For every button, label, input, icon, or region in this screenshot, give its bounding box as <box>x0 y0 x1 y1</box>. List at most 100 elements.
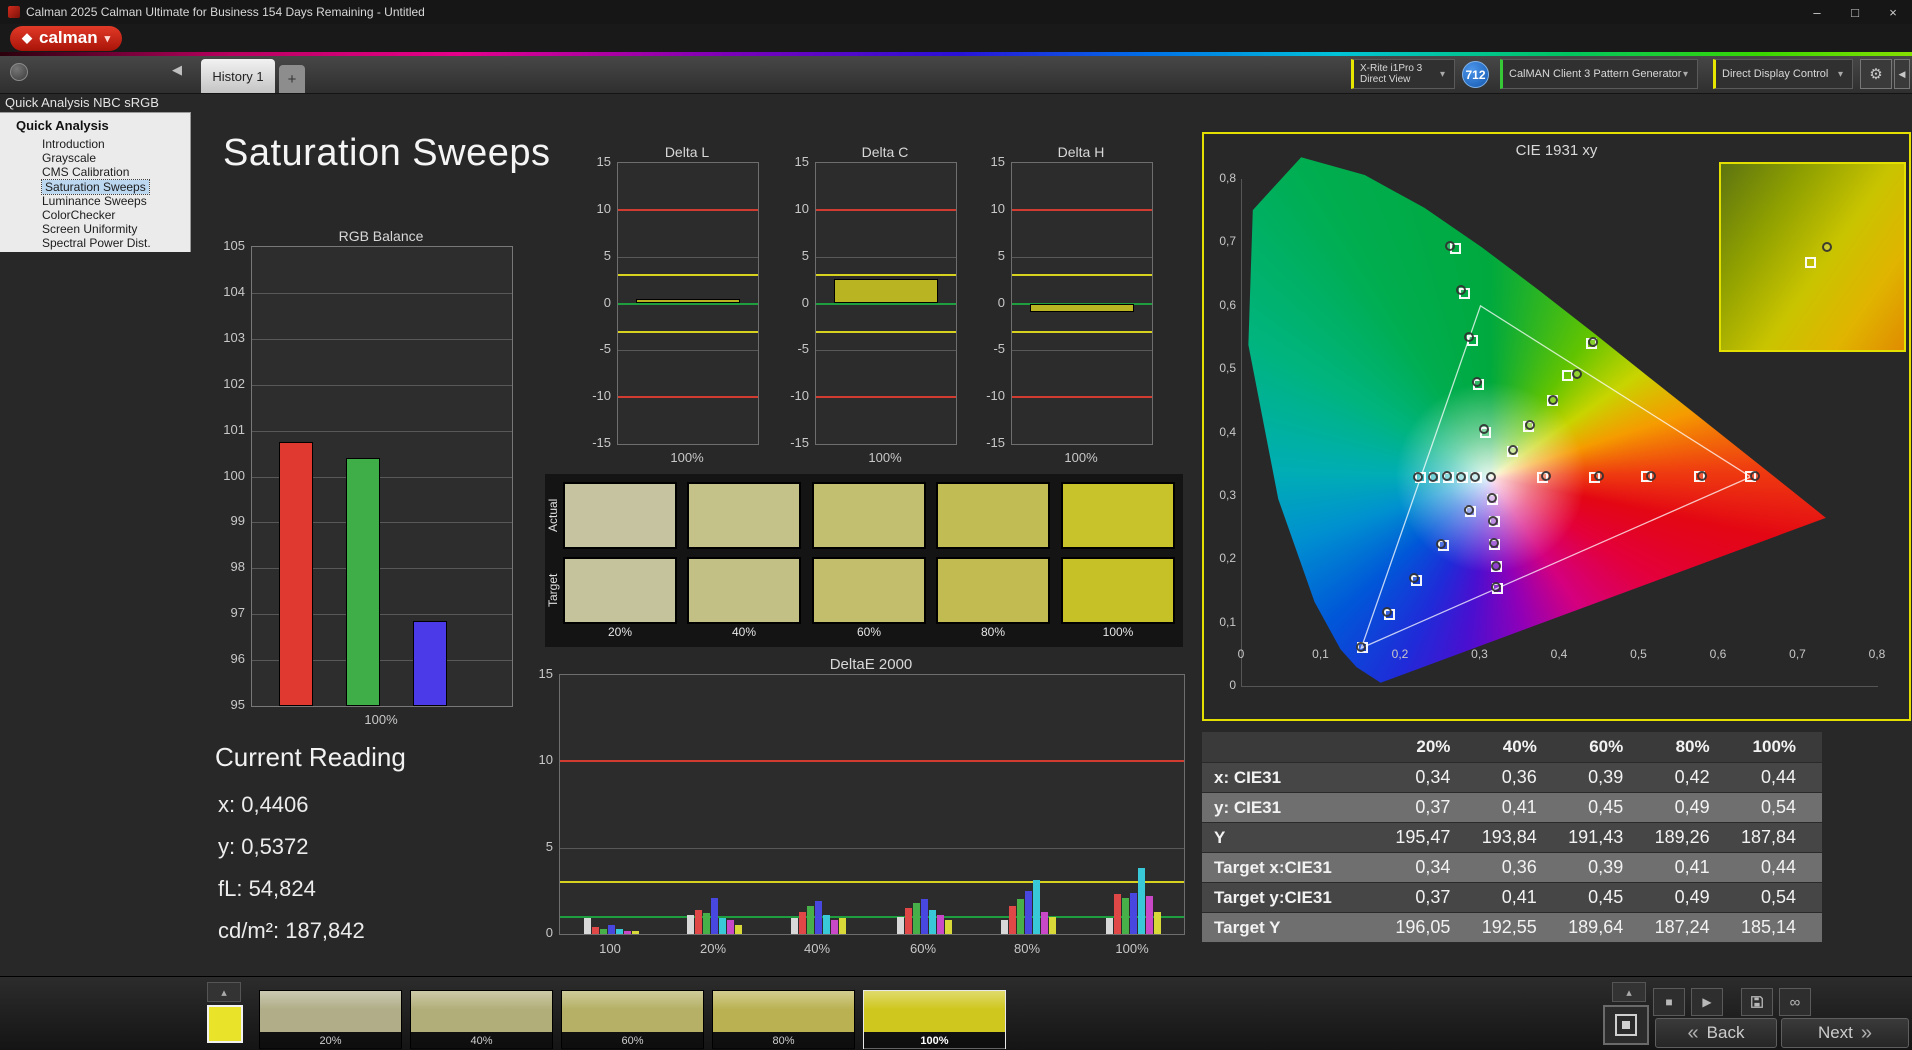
table-row-label: Target Y <box>1214 917 1281 937</box>
pattern-swatch-20[interactable]: 20% <box>259 990 402 1050</box>
pattern-swatch-60[interactable]: 60% <box>561 990 704 1050</box>
pattern-swatch-100[interactable]: 100% <box>863 990 1006 1050</box>
table-cell: 196,05 <box>1395 917 1451 937</box>
settings-gear-button[interactable]: ⚙ <box>1860 59 1892 89</box>
current-pattern-swatch[interactable] <box>207 1005 243 1043</box>
sidebar-item-colorchecker[interactable]: ColorChecker <box>42 208 115 222</box>
sidebar-collapse-button[interactable]: ◀ <box>172 62 182 78</box>
cie-measured-circle <box>1471 376 1482 387</box>
gridline <box>816 256 956 258</box>
next-button[interactable]: Next » <box>1781 1018 1909 1048</box>
pattern-swatch-color <box>562 991 703 1032</box>
save-button[interactable] <box>1741 988 1773 1016</box>
gridline <box>252 338 512 340</box>
cie-measured-circle <box>1435 539 1446 550</box>
table-cell: 0,42 <box>1674 767 1710 787</box>
y-axis-label: 10 <box>794 200 809 216</box>
pattern-swatch-80[interactable]: 80% <box>712 990 855 1050</box>
app-menu-button[interactable] <box>10 63 28 81</box>
swatch-target-60 <box>812 557 926 624</box>
y-axis-label: 0 <box>545 925 553 940</box>
y-axis-label: 10 <box>990 200 1005 216</box>
sidebar-item-screen-uniformity[interactable]: Screen Uniformity <box>42 222 137 236</box>
maximize-button[interactable]: □ <box>1836 0 1874 24</box>
chart-title: RGB Balance <box>338 228 424 244</box>
swatch-row-label-actual: Actual <box>546 498 560 533</box>
chevron-down-icon: ▾ <box>1440 68 1446 80</box>
deltae-bar <box>896 916 904 934</box>
table-cell: 185,14 <box>1740 917 1797 937</box>
y-axis-label: 103 <box>223 329 245 345</box>
workflow-root-node[interactable]: Quick Analysis <box>16 118 109 133</box>
deltae-bar <box>1121 897 1129 934</box>
cie-measured-circle <box>1469 471 1480 482</box>
meter-name: X-Rite i1Pro 3 <box>1360 62 1423 74</box>
sidebar-item-introduction[interactable]: Introduction <box>42 137 105 151</box>
workflow-header: Quick Analysis NBC sRGB <box>5 95 159 110</box>
controls-panel-toggle-button[interactable]: ▴ <box>1612 982 1646 1002</box>
sidebar-item-grayscale[interactable]: Grayscale <box>42 151 96 165</box>
calman-logo[interactable]: ◆ calman ▾ <box>10 25 123 51</box>
cie-measured-circle <box>1463 505 1474 516</box>
panel-collapse-button[interactable]: ◀ <box>1894 59 1910 89</box>
table-header-cell: 80% <box>1675 737 1710 756</box>
limit-line-yellow <box>618 330 758 333</box>
pattern-swatch-40[interactable]: 40% <box>410 990 553 1050</box>
sidebar-item-saturation-sweeps[interactable]: Saturation Sweeps <box>41 178 150 195</box>
y-axis-label: 98 <box>230 559 245 575</box>
minimize-button[interactable]: – <box>1798 0 1836 24</box>
cie-measured-circle <box>1524 419 1535 430</box>
pattern-window-button[interactable] <box>1603 1005 1649 1045</box>
deltae-bar <box>631 930 639 934</box>
pattern-generator-dropdown[interactable]: CalMAN Client 3 Pattern Generator ▾ <box>1500 59 1698 89</box>
deltae-bar <box>822 915 830 934</box>
cie-measured-circle <box>1356 641 1367 652</box>
display-control-dropdown[interactable]: Direct Display Control ▾ <box>1713 59 1853 89</box>
sidebar-item-spectral-power-dist[interactable]: Spectral Power Dist. <box>42 236 151 250</box>
gridline <box>252 384 512 386</box>
back-button[interactable]: « Back <box>1655 1018 1777 1048</box>
x-axis-label: 100% <box>868 450 902 465</box>
rgb-bar-green <box>346 458 380 706</box>
cie-measured-circle <box>1427 471 1438 482</box>
continuous-measure-button[interactable]: ∞ <box>1779 988 1811 1016</box>
meter-dropdown[interactable]: X-Rite i1Pro 3 Direct View ▾ <box>1351 59 1455 89</box>
deltae-bar <box>1016 899 1024 934</box>
table-header-row: 20% 40% 60% 80% 100% <box>1202 732 1822 763</box>
chart-title: CIE 1931 xy <box>1515 142 1598 159</box>
deltae-bar <box>726 920 734 934</box>
table-cell: 193,84 <box>1481 827 1537 847</box>
chart-title: Delta L <box>664 144 710 160</box>
sidebar-item-cms-calibration[interactable]: CMS Calibration <box>42 165 129 179</box>
table-header-cell: 60% <box>1589 737 1624 756</box>
y-axis-label: 105 <box>223 238 245 253</box>
delta-chart-delta-h: Delta H 15 10 5 0 -5 -10 -15 100% <box>969 144 1153 474</box>
add-tab-button[interactable]: + <box>279 65 305 93</box>
x-axis-label: 60% <box>909 941 937 956</box>
x-axis-label: 0,7 <box>1789 647 1806 661</box>
stop-button[interactable]: ■ <box>1653 988 1685 1016</box>
deltae-bar <box>591 927 599 934</box>
table-cell: 195,47 <box>1395 827 1451 847</box>
deltae-bar <box>1113 894 1121 934</box>
swatch-actual-20 <box>563 482 677 549</box>
y-axis-label: 0 <box>801 294 809 310</box>
sidebar-item-label: Screen Uniformity <box>42 222 138 237</box>
y-axis-label: 0,5 <box>1219 361 1236 376</box>
close-button[interactable]: × <box>1874 0 1912 24</box>
play-button[interactable]: ▶ <box>1691 988 1723 1016</box>
table-row-label: Target x:CIE31 <box>1214 857 1332 877</box>
tab-history-1[interactable]: History 1 <box>201 59 275 93</box>
y-axis-label: 0,1 <box>1219 614 1236 629</box>
delta-bar <box>834 279 938 304</box>
cie-zoom-inset <box>1719 162 1906 352</box>
pattern-panel-toggle-button[interactable]: ▴ <box>207 982 241 1002</box>
sidebar-item-luminance-sweeps[interactable]: Luminance Sweeps <box>42 194 147 208</box>
table-cell: 0,37 <box>1415 797 1451 817</box>
toolbar: History 1 + X-Rite i1Pro 3 Direct View ▾… <box>0 56 1912 94</box>
y-axis-label: 0,6 <box>1219 297 1236 312</box>
limit-line-red <box>560 760 1184 763</box>
table-cell: 0,45 <box>1588 797 1624 817</box>
cie-measured-circle <box>1645 471 1656 482</box>
window-title: Calman 2025 Calman Ultimate for Business… <box>26 5 425 19</box>
